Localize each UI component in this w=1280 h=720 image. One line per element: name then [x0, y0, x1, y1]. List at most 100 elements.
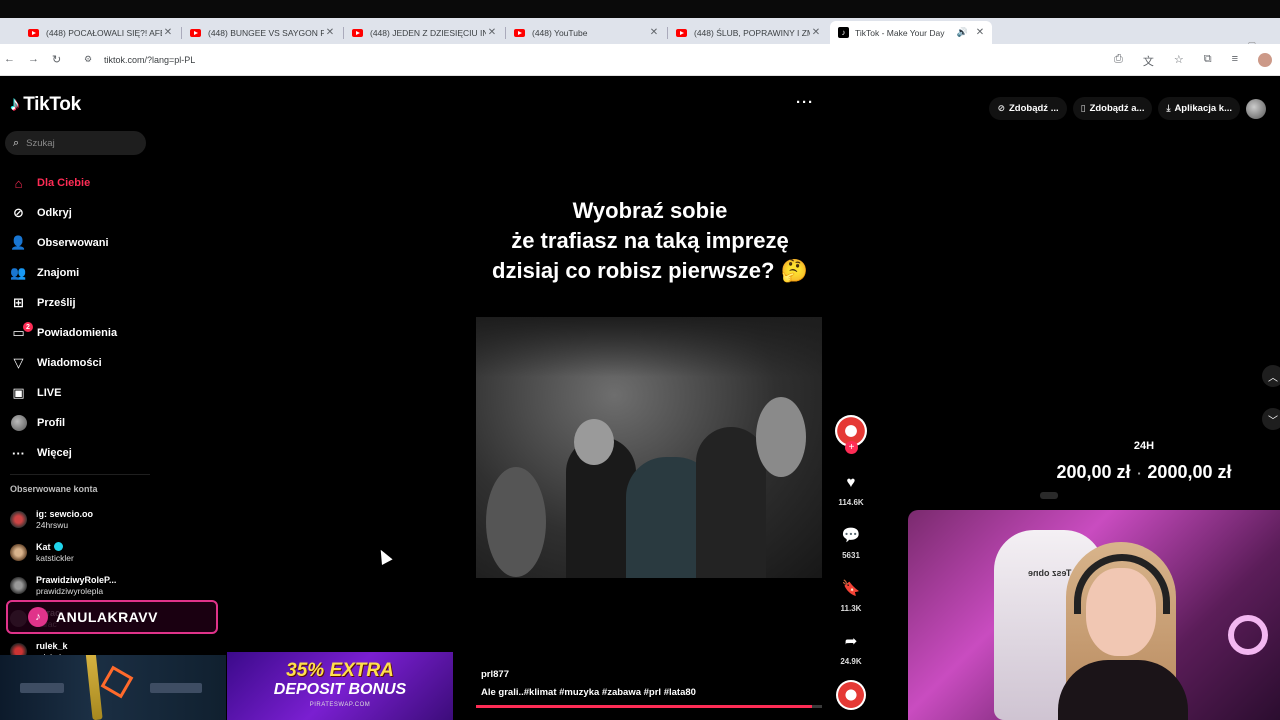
music-disc-avatar[interactable]: [836, 680, 866, 710]
like-heart-icon[interactable]: ♥: [836, 467, 866, 497]
browser-tab-4[interactable]: (448) YouTube ✕: [506, 21, 666, 44]
account-name-text: Kat: [36, 541, 51, 552]
sidebar-item-live[interactable]: ▣ LIVE: [10, 378, 160, 408]
forward-button[interactable]: →: [28, 53, 39, 65]
followed-account[interactable]: PrawidziwyRoleP... prawidziwyrolepla: [10, 569, 150, 602]
sidebar-item-for-you[interactable]: ⌂ Dla Ciebie: [10, 168, 160, 198]
speaker-icon[interactable]: 🔊: [957, 27, 968, 38]
browser-tab-3[interactable]: (448) JEDEN Z DZIESIĘCIU INFLU ✕: [344, 21, 504, 44]
promo-headline: 35% EXTRA: [286, 660, 394, 681]
tiktok-logo[interactable]: ♪ TikTok: [10, 94, 81, 116]
notification-badge: 2: [23, 322, 33, 332]
video-frame-lights: [476, 317, 822, 377]
previous-video-button[interactable]: ︿: [1262, 365, 1280, 387]
account-handle: katstickler: [36, 552, 74, 563]
follow-plus-icon[interactable]: +: [845, 441, 858, 454]
sidebar-item-friends[interactable]: 👥 Znajomi: [10, 258, 160, 288]
account-handle: 24hrswu: [36, 519, 69, 530]
video-more-options-icon[interactable]: ···: [796, 94, 814, 111]
sidebar-item-label: Wiadomości: [37, 357, 102, 369]
sidebar-item-explore[interactable]: ⊘ Odkryj: [10, 198, 160, 228]
bookmark-star-icon[interactable]: ☆: [1174, 53, 1184, 69]
upload-icon: ⊞: [13, 295, 24, 310]
search-input[interactable]: [26, 137, 127, 149]
caption-line: Wyobraź sobie: [572, 198, 728, 223]
sidebar-item-label: Prześlij: [37, 297, 76, 309]
caption-line: dzisiaj co robisz pierwsze? 🤔: [492, 258, 808, 283]
youtube-icon: [676, 28, 687, 37]
home-icon: ⌂: [14, 175, 23, 191]
youtube-icon: [28, 28, 39, 37]
caption-line: że trafiasz na taką imprezę: [511, 228, 789, 253]
donation-separator: ▪: [1137, 468, 1141, 478]
tab-close-icon[interactable]: ✕: [486, 27, 498, 38]
browser-tab-active[interactable]: ♪ TikTok - Make Your Day 🔊 ✕: [830, 21, 992, 44]
tab-close-icon[interactable]: ✕: [162, 27, 174, 38]
youtube-icon: [190, 28, 201, 37]
next-video-button[interactable]: ﹀: [1262, 408, 1280, 430]
tab-close-icon[interactable]: ✕: [648, 27, 660, 38]
tab-title: (448) YouTube: [532, 27, 588, 38]
sidebar-item-upload[interactable]: ⊞ Prześlij: [10, 288, 160, 318]
sidebar-item-label: Dla Ciebie: [37, 177, 91, 189]
search-box[interactable]: ⌕: [5, 131, 146, 155]
streamer-name: ANULAKRAVV: [56, 609, 158, 625]
donation-min: 200,00 zł: [1056, 462, 1131, 482]
download-icon: ⤓: [1166, 103, 1171, 113]
video-frame-figure: [486, 467, 546, 577]
verified-icon: [53, 541, 63, 551]
tab-close-icon[interactable]: ✕: [810, 27, 822, 38]
browser-tab-2[interactable]: (448) BUNGEE VS SAYGON PRA ✕: [182, 21, 342, 44]
logo-text: TikTok: [23, 94, 81, 115]
user-avatar[interactable]: [1246, 98, 1266, 119]
followed-account[interactable]: ig: sewcio.oo 24hrswu: [10, 503, 150, 536]
donation-max: 2000,00 zł: [1147, 462, 1232, 482]
tiktok-icon: ♪: [838, 27, 849, 38]
site-info-icon[interactable]: ⚙: [84, 54, 96, 66]
profile-avatar-wrap: [10, 415, 27, 432]
install-app-icon[interactable]: ⎙: [1114, 53, 1123, 69]
creator-avatar[interactable]: +: [835, 415, 867, 454]
followed-account[interactable]: Kat katstickler: [10, 536, 150, 569]
video-author[interactable]: prl877: [481, 669, 509, 680]
sidebar-item-following[interactable]: 👤 Obserwowani: [10, 228, 160, 258]
avatar: [10, 544, 27, 561]
tab-close-icon[interactable]: ✕: [974, 27, 986, 38]
tab-title: TikTok - Make Your Day: [855, 27, 945, 38]
tab-close-icon[interactable]: ✕: [324, 27, 336, 38]
video-description[interactable]: Ale grali..#klimat #muzyka #zabawa #prl …: [481, 687, 696, 698]
back-button[interactable]: ←: [4, 53, 15, 65]
sidebar-item-more[interactable]: ··· Więcej: [10, 438, 160, 468]
button-label: Aplikacja k...: [1174, 103, 1232, 114]
url-field[interactable]: ⚙ tiktok.com/?lang=pl-PL: [78, 49, 1108, 71]
browser-tab-5[interactable]: (448) ŚLUB, POPRAWINY I ZMIA ✕: [668, 21, 828, 44]
compass-icon: ⊘: [13, 205, 24, 220]
sidebar-item-profile[interactable]: Profil: [10, 408, 160, 438]
get-app-button[interactable]: ▯ Zdobądź a...: [1072, 97, 1153, 120]
promo-subline: DEPOSIT BONUS: [273, 681, 407, 698]
sidebar-nav: ⌂ Dla Ciebie ⊘ Odkryj 👤 Obserwowani 👥 Zn…: [10, 168, 160, 468]
more-icon: ···: [12, 445, 25, 461]
get-coins-button[interactable]: ⊘ Zdobądź ...: [989, 97, 1067, 120]
sidebar-item-messages[interactable]: ▽ Wiadomości: [10, 348, 160, 378]
promo-banner: 35% EXTRA DEPOSIT BONUS PIRATESWAP.COM: [227, 652, 453, 720]
comment-icon[interactable]: 💬: [836, 520, 866, 550]
video-frame-figure: [574, 419, 614, 465]
reload-button[interactable]: ↻: [52, 53, 61, 66]
url-text: tiktok.com/?lang=pl-PL: [104, 55, 196, 65]
translate-icon[interactable]: 文: [1143, 53, 1154, 69]
browser-tab-1[interactable]: (448) POCAŁOWALI SIĘ?! AFERA ✕: [20, 21, 180, 44]
extensions-icon[interactable]: ⧉: [1204, 53, 1212, 69]
browser-profile-avatar[interactable]: [1258, 53, 1272, 67]
sidebar-item-label: Profil: [37, 417, 66, 429]
reading-list-icon[interactable]: ≡: [1232, 53, 1238, 69]
sidebar-item-label: Obserwowani: [37, 237, 109, 249]
video-player[interactable]: [476, 317, 822, 578]
send-icon: ▽: [13, 355, 24, 370]
desktop-app-button[interactable]: ⤓ Aplikacja k...: [1158, 97, 1240, 120]
share-icon[interactable]: ➦: [836, 626, 866, 656]
video-progress-bar[interactable]: [476, 705, 822, 708]
bookmark-icon[interactable]: 🔖: [836, 573, 866, 603]
account-name: rulek_k: [36, 640, 68, 651]
sidebar-item-notifications[interactable]: ▭ 2 Powiadomienia: [10, 318, 160, 348]
